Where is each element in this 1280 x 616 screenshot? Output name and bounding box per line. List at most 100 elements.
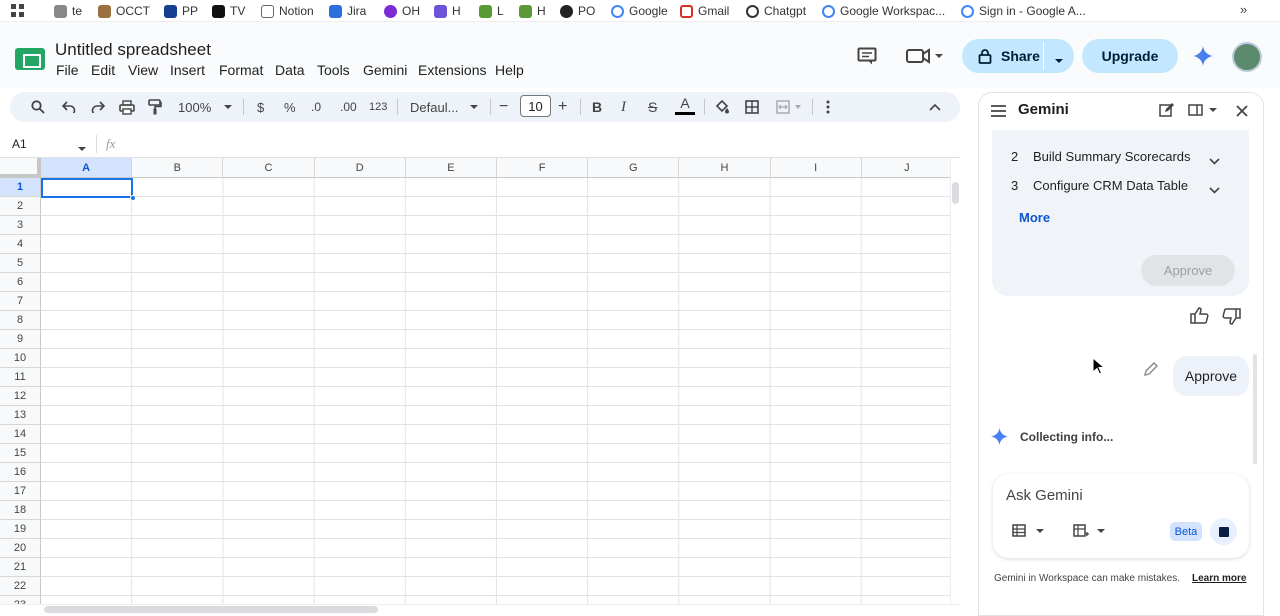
stop-button[interactable] (1210, 518, 1237, 545)
more-link[interactable]: More (1019, 210, 1050, 225)
bookmark-item[interactable]: Gmail (680, 3, 729, 19)
close-icon[interactable] (1236, 104, 1248, 122)
cell-area[interactable] (41, 178, 950, 604)
chevron-double-right-icon[interactable]: » (1240, 2, 1247, 17)
paint-format-icon[interactable] (148, 92, 162, 122)
font-size-decrease-button[interactable]: − (499, 92, 508, 122)
gemini-sparkle-icon[interactable] (1193, 46, 1213, 71)
row-header-2[interactable]: 2 (0, 197, 41, 216)
row-header-12[interactable]: 12 (0, 387, 41, 406)
bookmark-item[interactable]: H (519, 3, 546, 19)
menu-help[interactable]: Help (495, 62, 524, 78)
column-header-b[interactable]: B (132, 158, 224, 178)
row-header-8[interactable]: 8 (0, 311, 41, 330)
meet-video-icon[interactable] (903, 47, 947, 65)
text-color-icon[interactable]: A (675, 93, 695, 115)
row-header-15[interactable]: 15 (0, 444, 41, 463)
step-label[interactable]: Configure CRM Data Table (1033, 178, 1188, 193)
percent-format-button[interactable]: % (284, 92, 296, 122)
bookmark-item[interactable]: Google Workspac... (822, 3, 945, 19)
sheets-logo-icon[interactable] (15, 48, 45, 70)
column-header-c[interactable]: C (223, 158, 315, 178)
column-header-j[interactable]: J (861, 158, 950, 178)
bookmark-item[interactable]: PP (164, 3, 198, 19)
chevron-up-icon[interactable] (929, 92, 941, 122)
fill-handle[interactable] (130, 195, 136, 201)
bookmark-item[interactable]: Chatgpt (746, 3, 806, 19)
bookmark-item[interactable]: Jira (329, 3, 366, 19)
select-all-corner[interactable] (0, 158, 41, 178)
print-icon[interactable] (119, 92, 135, 122)
row-header-13[interactable]: 13 (0, 406, 41, 425)
menu-tools[interactable]: Tools (317, 62, 350, 78)
bookmark-item[interactable]: PO (560, 3, 595, 19)
thumbs-down-icon[interactable] (1222, 308, 1241, 330)
column-header-a[interactable]: A (41, 158, 133, 178)
thumbs-up-icon[interactable] (1190, 307, 1209, 329)
column-header-g[interactable]: G (588, 158, 680, 178)
menu-file[interactable]: File (56, 62, 79, 78)
bold-icon[interactable]: B (592, 92, 602, 122)
ask-gemini-input[interactable]: Ask Gemini (1006, 487, 1083, 504)
avatar[interactable] (1232, 42, 1262, 72)
menu-extensions[interactable]: Extensions (418, 62, 486, 78)
menu-insert[interactable]: Insert (170, 62, 205, 78)
row-header-21[interactable]: 21 (0, 558, 41, 577)
vertical-scroll-thumb[interactable] (952, 182, 959, 204)
vertical-scrollbar[interactable] (950, 158, 960, 604)
column-header-i[interactable]: I (770, 158, 862, 178)
edit-icon[interactable] (1159, 103, 1174, 123)
font-dropdown-icon[interactable] (469, 92, 479, 122)
learn-more-link[interactable]: Learn more (1192, 573, 1246, 584)
row-header-9[interactable]: 9 (0, 330, 41, 349)
search-icon[interactable] (31, 92, 45, 122)
row-header-11[interactable]: 11 (0, 368, 41, 387)
row-header-7[interactable]: 7 (0, 292, 41, 311)
merge-cells-icon[interactable] (776, 92, 804, 122)
document-title[interactable]: Untitled spreadsheet (55, 40, 211, 60)
row-header-14[interactable]: 14 (0, 425, 41, 444)
redo-icon[interactable] (91, 92, 105, 122)
menu-edit[interactable]: Edit (91, 62, 115, 78)
column-header-f[interactable]: F (497, 158, 589, 178)
apps-grid-icon[interactable] (11, 4, 24, 17)
row-header-3[interactable]: 3 (0, 216, 41, 235)
approve-button-disabled[interactable]: Approve (1141, 255, 1235, 286)
row-header-16[interactable]: 16 (0, 463, 41, 482)
menu-gemini[interactable]: Gemini (363, 62, 407, 78)
zoom-dropdown-icon[interactable] (223, 92, 233, 122)
decrease-decimal-button[interactable]: .0 (311, 92, 321, 122)
menu-data[interactable]: Data (275, 62, 305, 78)
row-header-20[interactable]: 20 (0, 539, 41, 558)
menu-format[interactable]: Format (219, 62, 263, 78)
step-label[interactable]: Build Summary Scorecards (1033, 149, 1191, 164)
row-header-1[interactable]: 1 (0, 178, 41, 197)
zoom-select[interactable]: 100% (178, 92, 211, 122)
font-size-input[interactable]: 10 (520, 95, 551, 117)
panel-layout-icon[interactable] (1188, 104, 1218, 122)
row-header-5[interactable]: 5 (0, 254, 41, 273)
row-header-22[interactable]: 22 (0, 577, 41, 596)
font-size-increase-button[interactable]: + (558, 92, 567, 122)
strikethrough-icon[interactable]: S (648, 92, 657, 122)
name-box-dropdown-icon[interactable] (77, 141, 87, 159)
comment-icon[interactable] (856, 46, 878, 66)
share-dropdown-icon[interactable] (1054, 52, 1064, 70)
row-header-19[interactable]: 19 (0, 520, 41, 539)
increase-decimal-button[interactable]: .00 (340, 92, 357, 122)
table-icon[interactable] (1012, 524, 1046, 543)
borders-icon[interactable] (745, 92, 759, 122)
currency-format-button[interactable]: $ (257, 92, 264, 122)
fill-color-icon[interactable] (714, 92, 730, 122)
name-box[interactable]: A1 (12, 137, 27, 151)
menu-view[interactable]: View (128, 62, 158, 78)
formula-input[interactable] (128, 133, 948, 155)
chevron-down-icon[interactable] (1209, 152, 1220, 170)
row-header-23[interactable]: 23 (0, 596, 41, 604)
more-vert-icon[interactable] (825, 92, 831, 122)
menu-hamburger-icon[interactable] (991, 104, 1006, 122)
table-add-icon[interactable] (1073, 524, 1107, 543)
bookmark-item[interactable]: OH (384, 3, 420, 19)
bookmark-item[interactable]: OCCT (98, 3, 150, 19)
column-header-d[interactable]: D (314, 158, 406, 178)
